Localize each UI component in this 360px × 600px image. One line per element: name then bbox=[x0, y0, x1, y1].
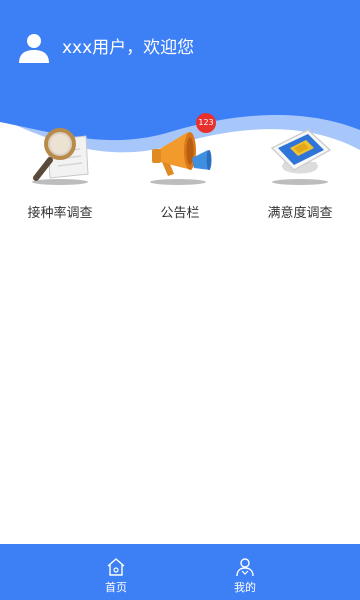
notification-badge: 123 bbox=[196, 113, 216, 133]
tile-satisfaction-survey[interactable]: 满意度调查 bbox=[240, 108, 360, 228]
person-icon bbox=[236, 558, 254, 577]
tab-home[interactable]: 首页 bbox=[76, 544, 156, 600]
tile-label: 满意度调查 bbox=[267, 206, 333, 221]
tab-profile-label: 我的 bbox=[234, 581, 256, 594]
tile-label: 公告栏 bbox=[160, 206, 200, 221]
home-icon bbox=[107, 558, 125, 576]
tile-vaccination-survey[interactable]: 接种率调查 bbox=[0, 108, 120, 228]
tab-profile[interactable]: 我的 bbox=[205, 544, 285, 600]
tablet-survey-icon bbox=[270, 129, 332, 185]
magnifier-document-icon bbox=[32, 128, 89, 185]
user-avatar-icon[interactable] bbox=[16, 30, 52, 66]
bottom-tab-bar: 首页 我的 bbox=[0, 544, 360, 600]
welcome-text: xxx用户，欢迎您 bbox=[62, 38, 195, 58]
user-greeting: xxx用户，欢迎您 bbox=[16, 30, 194, 66]
tab-home-label: 首页 bbox=[105, 581, 127, 594]
tile-label: 接种率调查 bbox=[27, 206, 93, 221]
tile-bulletin-board[interactable]: 123 公告栏 bbox=[120, 108, 240, 228]
feature-tiles: 接种率调查 123 公告栏 满意度调查 bbox=[0, 108, 360, 228]
